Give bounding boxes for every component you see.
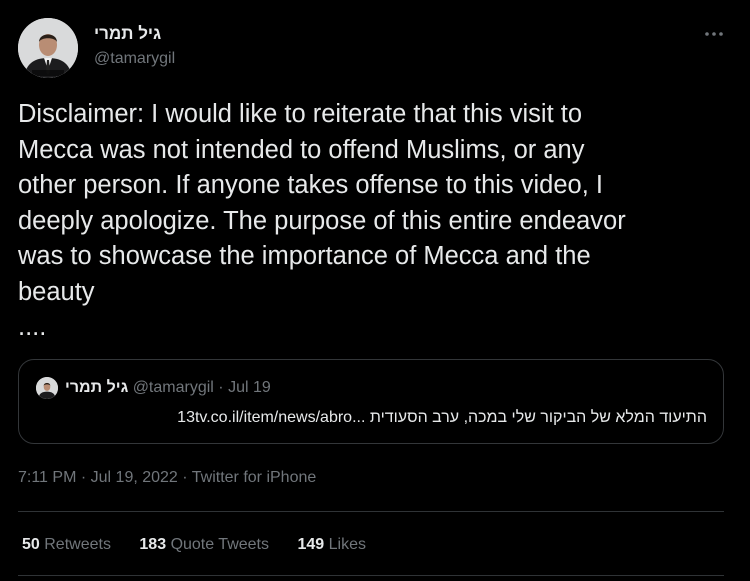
quote-tweets-label: Quote Tweets xyxy=(170,536,269,553)
quote-tweets-count: 183 xyxy=(139,536,167,553)
quoted-tweet-card[interactable]: גיל תמרי @tamarygil · Jul 19 התיעוד המלא… xyxy=(18,359,724,444)
author-handle[interactable]: @tamarygil xyxy=(94,50,175,68)
retweets-count: 50 xyxy=(22,536,40,553)
likes-label: Likes xyxy=(328,536,366,553)
quoted-header: גיל תמרי @tamarygil · Jul 19 xyxy=(65,379,271,397)
divider-bottom xyxy=(18,575,724,576)
quoted-author-avatar xyxy=(36,377,58,399)
retweets-stat[interactable]: 50 Retweets xyxy=(22,536,115,553)
quoted-display-name: גיל תמרי xyxy=(65,379,129,396)
quoted-date: Jul 19 xyxy=(228,379,271,396)
tweet-date[interactable]: Jul 19, 2022 xyxy=(91,469,178,486)
quoted-text-hebrew: התיעוד המלא של הביקור שלי במכה, ערב הסעו… xyxy=(369,409,707,426)
quoted-text: התיעוד המלא של הביקור שלי במכה, ערב הסעו… xyxy=(177,409,707,427)
tweet-stats: 50 Retweets 183 Quote Tweets 149 Likes xyxy=(22,536,390,554)
tweet-source[interactable]: Twitter for iPhone xyxy=(192,469,317,486)
retweets-label: Retweets xyxy=(44,536,111,553)
likes-stat[interactable]: 149 Likes xyxy=(297,536,366,553)
quoted-link[interactable]: 13tv.co.il/item/news/abro... xyxy=(177,409,365,426)
meta-separator-2: · xyxy=(182,469,188,486)
more-options-icon[interactable] xyxy=(702,26,726,42)
quoted-handle: @tamarygil xyxy=(132,379,214,396)
avatar-image xyxy=(18,18,78,78)
quote-tweets-stat[interactable]: 183 Quote Tweets xyxy=(139,536,273,553)
tweet-text: Disclaimer: I would like to reiterate th… xyxy=(18,100,626,341)
author-avatar[interactable] xyxy=(18,18,78,78)
author-display-name[interactable]: גיל תמרי xyxy=(94,24,161,44)
meta-separator-1: · xyxy=(80,469,87,486)
likes-count: 149 xyxy=(297,536,325,553)
tweet-meta: 7:11 PM · Jul 19, 2022 · Twitter for iPh… xyxy=(18,469,316,487)
quoted-separator: · xyxy=(218,379,224,396)
divider-top xyxy=(18,511,724,512)
tweet-time[interactable]: 7:11 PM xyxy=(18,469,76,486)
